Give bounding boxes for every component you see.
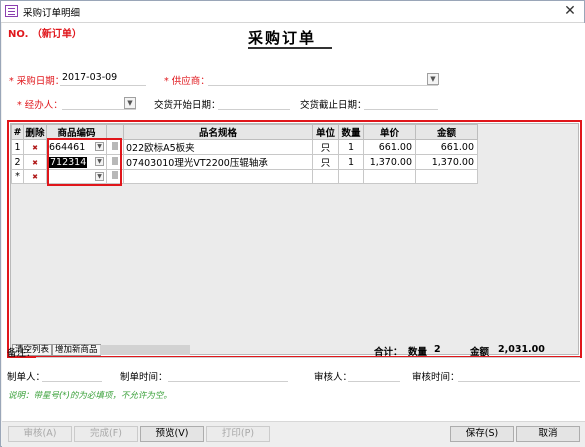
- add-product-button[interactable]: 增加新商品: [52, 344, 101, 356]
- col-header-name: 品名规格: [123, 124, 313, 140]
- delete-row-button[interactable]: ✖: [23, 139, 47, 155]
- form-icon: [5, 5, 18, 17]
- delete-x-icon[interactable]: ✖: [32, 173, 38, 181]
- order-lines-panel: # 删除 商品编码 品名规格 单位 数量 单价 金额 1 ✖ 664461 ▼ …: [7, 120, 582, 358]
- price-input[interactable]: 661.00: [363, 139, 416, 155]
- col-header-unit: 单位: [312, 124, 339, 140]
- complete-button[interactable]: 完成(F): [74, 426, 138, 442]
- action-bar: 审核(A) 完成(F) 预览(V) 打印(P) 保存(S) 取消: [2, 421, 585, 447]
- product-name: [123, 169, 313, 184]
- reviewer-field: [348, 381, 400, 382]
- col-header-price: 单价: [363, 124, 416, 140]
- delivery-start-input[interactable]: [218, 95, 290, 110]
- handler-label: * 经办人：: [17, 97, 63, 111]
- delivery-end-input[interactable]: [364, 95, 438, 110]
- maker-field: [42, 381, 102, 382]
- supplier-label-text: * 供应商：: [164, 76, 210, 87]
- title-underline: [248, 47, 332, 49]
- maker-label: 制单人：: [7, 372, 46, 383]
- purchase-date-label: * 采购日期：: [9, 73, 64, 87]
- total-amount-value: 2,031.00: [498, 344, 545, 355]
- review-time-label: 审核时间：: [412, 372, 460, 383]
- reviewer-label: 审核人：: [314, 372, 353, 383]
- total-amount-label: 金额: [470, 347, 490, 358]
- window-title: 采购订单明细: [23, 8, 81, 19]
- make-time-field: [168, 381, 288, 382]
- grid-footer: 清空列表 增加新商品 合计： 数量 2 金额 2,031.00: [12, 343, 578, 358]
- print-button[interactable]: 打印(P): [206, 426, 270, 442]
- delete-x-icon[interactable]: ✖: [32, 144, 38, 152]
- quantity-input[interactable]: 1: [338, 154, 364, 170]
- col-header-amount: 金额: [415, 124, 478, 140]
- save-button[interactable]: 保存(S): [450, 426, 514, 442]
- delivery-end-label: 交货截止日期：: [300, 100, 367, 111]
- row-number: 2: [11, 154, 24, 170]
- remark-label: 备注：: [7, 348, 36, 359]
- unit: 只: [312, 154, 339, 170]
- unit: [312, 169, 339, 184]
- quantity-input[interactable]: [338, 169, 364, 184]
- handler-label-text: * 经办人：: [17, 100, 63, 111]
- preview-button[interactable]: 预览(V): [140, 426, 204, 442]
- product-name: 022欧标A5板夹: [123, 139, 313, 155]
- purchase-date-input[interactable]: 2017-03-09: [60, 71, 146, 86]
- row-number: 1: [11, 139, 24, 155]
- delete-x-icon[interactable]: ✖: [32, 159, 38, 167]
- product-name: 07403010理光VT2200压辊轴承: [123, 154, 313, 170]
- price-input[interactable]: 1,370.00: [363, 154, 416, 170]
- col-header-delete: 删除: [23, 124, 47, 140]
- page-title: 采购订单: [248, 29, 317, 47]
- amount: [415, 169, 478, 184]
- redacted-text: [100, 345, 190, 355]
- delivery-start-label: 交货开始日期：: [154, 100, 221, 111]
- total-label: 合计：: [374, 347, 403, 358]
- supplier-dropdown-icon[interactable]: ▼: [427, 73, 439, 85]
- supplier-select[interactable]: [208, 71, 438, 86]
- close-button[interactable]: ✕: [562, 3, 578, 19]
- review-time-field: [458, 381, 580, 382]
- total-qty-value: 2: [434, 344, 441, 355]
- handler-dropdown-icon[interactable]: ▼: [124, 97, 136, 109]
- delete-row-button[interactable]: ✖: [23, 169, 47, 184]
- col-header-qty: 数量: [338, 124, 364, 140]
- cancel-button[interactable]: 取消: [516, 426, 580, 442]
- amount: 1,370.00: [415, 154, 478, 170]
- supplier-label: * 供应商：: [164, 73, 210, 87]
- delete-row-button[interactable]: ✖: [23, 154, 47, 170]
- unit: 只: [312, 139, 339, 155]
- order-form: NO. （新订单） 采购订单 * 采购日期： 2017-03-09 * 供应商：…: [2, 23, 585, 447]
- required-hint: 说明：带星号(*)的为必填项，不允许为空。: [8, 391, 172, 401]
- purchase-order-window: 采购订单明细 ✕ NO. （新订单） 采购订单 * 采购日期： 2017-03-…: [0, 0, 585, 447]
- purchase-date-label-text: * 采购日期：: [9, 76, 65, 87]
- col-header-num: #: [11, 124, 24, 140]
- price-input[interactable]: [363, 169, 416, 184]
- row-number: *: [11, 169, 24, 184]
- remark-input[interactable]: [36, 357, 580, 358]
- amount: 661.00: [415, 139, 478, 155]
- quantity-input[interactable]: 1: [338, 139, 364, 155]
- review-button[interactable]: 审核(A): [8, 426, 72, 442]
- total-qty-label: 数量: [408, 347, 428, 358]
- title-bar: 采购订单明细 ✕: [1, 1, 584, 23]
- code-column-highlight: [47, 138, 122, 186]
- order-lines-grid: # 删除 商品编码 品名规格 单位 数量 单价 金额 1 ✖ 664461 ▼ …: [10, 123, 579, 358]
- make-time-label: 制单时间：: [120, 372, 168, 383]
- order-number: NO. （新订单）: [8, 29, 82, 40]
